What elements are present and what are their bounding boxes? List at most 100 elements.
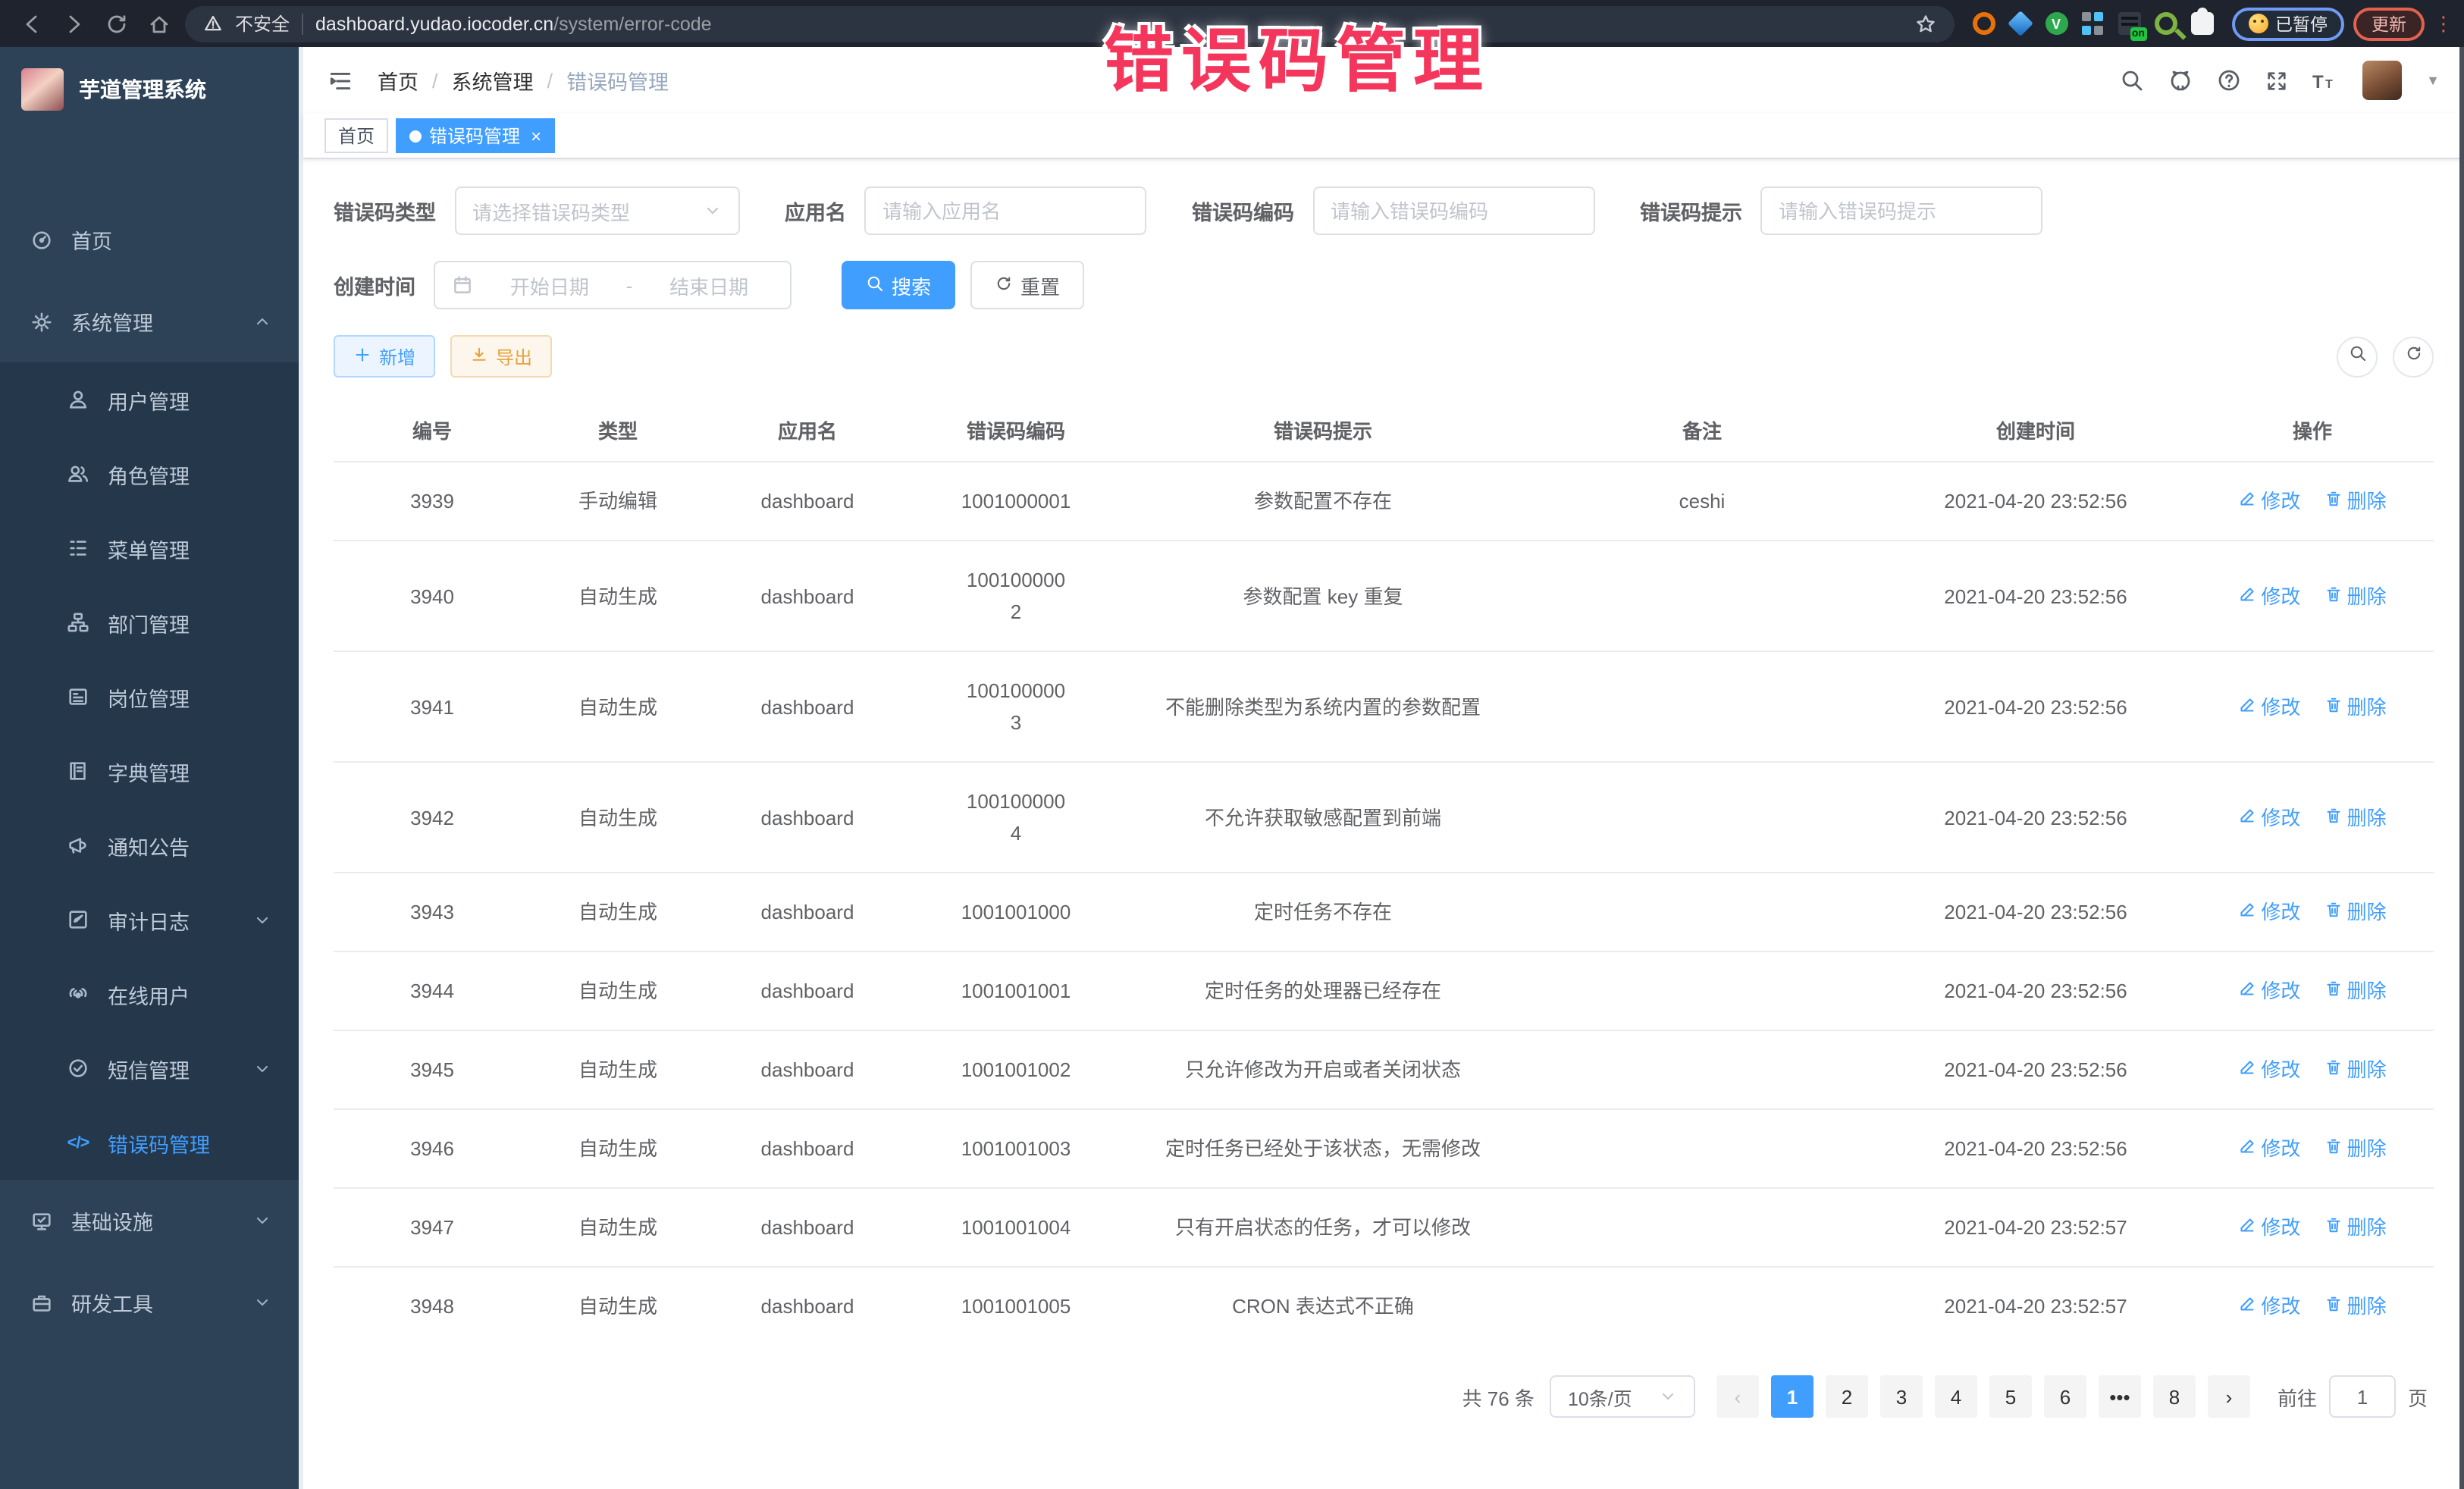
edit-pencil-icon — [2238, 1212, 2256, 1243]
edit-pencil-icon — [2238, 896, 2256, 928]
app-name-input[interactable] — [882, 199, 1128, 222]
edit-link[interactable]: 修改 — [2238, 1133, 2300, 1165]
error-code-input[interactable] — [1331, 199, 1576, 222]
sidebar-item-用户管理[interactable]: 用户管理 — [0, 362, 299, 437]
sidebar-item-部门管理[interactable]: 部门管理 — [0, 585, 299, 660]
breadcrumb-home[interactable]: 首页 — [378, 65, 419, 96]
delete-link[interactable]: 删除 — [2324, 1133, 2387, 1165]
delete-link[interactable]: 删除 — [2324, 691, 2387, 723]
refresh-table-button[interactable] — [2393, 336, 2434, 377]
back-icon[interactable] — [15, 7, 49, 40]
puzzle-extension-icon[interactable] — [2190, 12, 2213, 35]
next-page-button[interactable]: › — [2208, 1375, 2250, 1418]
page-button-3[interactable]: 3 — [1880, 1375, 1923, 1418]
end-date-placeholder[interactable]: 结束日期 — [644, 271, 773, 299]
delete-link[interactable]: 删除 — [2324, 580, 2387, 612]
browser-update-button[interactable]: 更新 — [2353, 7, 2425, 40]
delete-link[interactable]: 删除 — [2324, 485, 2387, 517]
edit-link[interactable]: 修改 — [2238, 1212, 2300, 1243]
sidebar-item-基础设施[interactable]: 基础设施 — [0, 1180, 299, 1262]
github-icon[interactable] — [2168, 68, 2193, 92]
delete-link[interactable]: 删除 — [2324, 1054, 2387, 1086]
sidebar-item-错误码管理[interactable]: </> 错误码管理 — [0, 1105, 299, 1180]
prev-page-button[interactable]: ‹ — [1716, 1375, 1759, 1418]
sidebar-item-在线用户[interactable]: 在线用户 — [0, 957, 299, 1031]
help-icon[interactable] — [2217, 68, 2241, 92]
page-size-select[interactable]: 10条/页 — [1550, 1375, 1695, 1418]
edit-link[interactable]: 修改 — [2238, 896, 2300, 928]
bookmark-star-icon[interactable] — [1914, 13, 1936, 34]
edit-link[interactable]: 修改 — [2238, 1290, 2300, 1322]
user-avatar[interactable] — [2362, 61, 2402, 100]
sidebar-item-通知公告[interactable]: 通知公告 — [0, 808, 299, 882]
delete-link[interactable]: 删除 — [2324, 975, 2387, 1007]
page-button-5[interactable]: 5 — [1989, 1375, 2032, 1418]
search-button[interactable]: 搜索 — [842, 261, 955, 309]
home-icon[interactable] — [143, 7, 176, 40]
toggle-search-button[interactable] — [2337, 336, 2378, 377]
reload-icon[interactable] — [100, 7, 133, 40]
avatar-caret-down-icon[interactable]: ▼ — [2426, 73, 2440, 88]
edit-pencil-icon — [2238, 1133, 2256, 1165]
browser-menu-dots-icon[interactable]: ⋮ — [2434, 11, 2449, 36]
cell-message: 定时任务的处理器已经存在 — [1122, 951, 1524, 1030]
security-label[interactable]: 不安全 — [235, 11, 290, 36]
fullscreen-icon[interactable] — [2265, 69, 2288, 92]
edit-link[interactable]: 修改 — [2238, 801, 2300, 833]
orange-ring-extension-icon[interactable] — [1972, 12, 1995, 35]
cell-app: dashboard — [705, 762, 910, 873]
font-size-icon[interactable]: TT — [2312, 69, 2338, 92]
add-button[interactable]: 新增 — [334, 335, 435, 378]
edit-link[interactable]: 修改 — [2238, 580, 2300, 612]
edit-link[interactable]: 修改 — [2238, 975, 2300, 1007]
delete-link[interactable]: 删除 — [2324, 1212, 2387, 1243]
sidebar-item-菜单管理[interactable]: 菜单管理 — [0, 511, 299, 585]
grid-extension-icon[interactable] — [2081, 12, 2104, 35]
sidebar-item-字典管理[interactable]: 字典管理 — [0, 734, 299, 808]
edit-link[interactable]: 修改 — [2238, 1054, 2300, 1086]
close-tab-icon[interactable]: × — [531, 127, 541, 145]
sidebar-item-首页[interactable]: 首页 — [0, 199, 299, 281]
tab-错误码管理[interactable]: 错误码管理× — [396, 118, 555, 153]
hamburger-icon[interactable] — [328, 67, 353, 93]
sidebar-item-系统管理[interactable]: 系统管理 — [0, 281, 299, 362]
reset-button[interactable]: 重置 — [970, 261, 1084, 309]
sidebar-item-短信管理[interactable]: 短信管理 — [0, 1031, 299, 1105]
page-button-1[interactable]: 1 — [1771, 1375, 1814, 1418]
green-v-extension-icon[interactable]: V — [2045, 12, 2067, 35]
edit-link[interactable]: 修改 — [2238, 485, 2300, 517]
sidebar-item-研发工具[interactable]: 研发工具 — [0, 1262, 299, 1343]
error-type-select[interactable]: 请选择错误码类型 — [454, 187, 739, 235]
delete-link[interactable]: 删除 — [2324, 896, 2387, 928]
blue-gem-extension-icon[interactable] — [2007, 11, 2033, 36]
url-text[interactable]: dashboard.yudao.iocoder.cn/system/error-… — [315, 13, 712, 34]
start-date-placeholder[interactable]: 开始日期 — [485, 271, 614, 299]
page-button-6[interactable]: 6 — [2044, 1375, 2086, 1418]
edit-link[interactable]: 修改 — [2238, 691, 2300, 723]
page-button-8[interactable]: 8 — [2153, 1375, 2196, 1418]
filter-create-time: 创建时间 开始日期 - 结束日期 — [334, 261, 792, 309]
breadcrumb-system[interactable]: 系统管理 — [452, 65, 534, 96]
page-button-4[interactable]: 4 — [1935, 1375, 1977, 1418]
export-button[interactable]: 导出 — [450, 335, 552, 378]
trash-icon — [2324, 975, 2343, 1007]
delete-link[interactable]: 删除 — [2324, 801, 2387, 833]
green-key-extension-icon[interactable] — [2154, 12, 2177, 35]
address-bar[interactable]: 不安全 dashboard.yudao.iocoder.cn/system/er… — [185, 5, 1954, 42]
delete-link[interactable]: 删除 — [2324, 1290, 2387, 1322]
error-message-input[interactable] — [1779, 199, 2024, 222]
more-pages-button[interactable]: ••• — [2099, 1375, 2141, 1418]
sidebar-item-角色管理[interactable]: 角色管理 — [0, 437, 299, 511]
profile-paused-badge[interactable]: 已暂停 — [2231, 7, 2344, 40]
window-scrollbar[interactable] — [2459, 47, 2464, 1489]
goto-page-input[interactable] — [2347, 1385, 2378, 1408]
sidebar-item-岗位管理[interactable]: 岗位管理 — [0, 660, 299, 734]
date-range-picker[interactable]: 开始日期 - 结束日期 — [434, 261, 792, 309]
sidebar-logo-row[interactable]: 芋道管理系统 — [0, 47, 299, 132]
search-icon[interactable] — [2120, 68, 2144, 92]
tab-首页[interactable]: 首页 — [324, 118, 388, 153]
sidebar-item-审计日志[interactable]: 审计日志 — [0, 882, 299, 957]
page-button-2[interactable]: 2 — [1826, 1375, 1868, 1418]
list-on-extension-icon[interactable]: on — [2118, 12, 2140, 35]
forward-icon[interactable] — [58, 7, 91, 40]
